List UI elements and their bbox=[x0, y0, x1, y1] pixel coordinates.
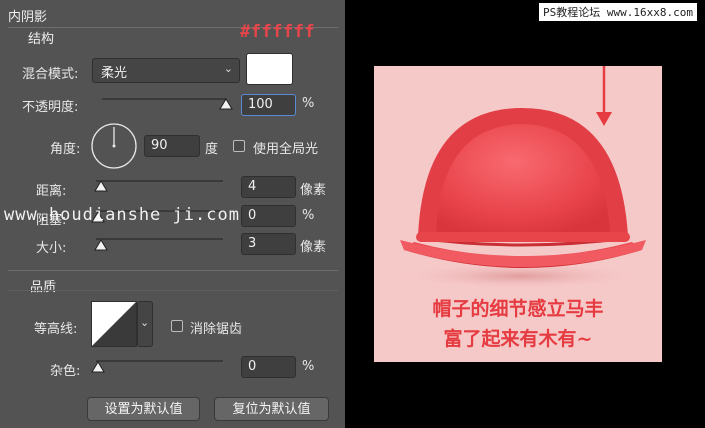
contour-preview[interactable] bbox=[91, 301, 137, 347]
hat-preview: 帽子的细节感立马丰 富了起来有木有~ bbox=[374, 66, 662, 362]
section-title: 内阴影 bbox=[8, 10, 48, 25]
divider bbox=[8, 290, 338, 291]
global-light-checkbox[interactable] bbox=[233, 140, 245, 152]
blend-mode-value: 柔光 bbox=[101, 66, 128, 81]
size-slider-track[interactable] bbox=[96, 238, 223, 240]
divider bbox=[8, 270, 338, 271]
opacity-label: 不透明度: bbox=[22, 100, 79, 115]
antialias-checkbox[interactable] bbox=[171, 320, 183, 332]
slider-thumb-icon bbox=[219, 98, 233, 110]
slider-thumb-icon bbox=[91, 361, 105, 373]
choke-input[interactable]: 0 bbox=[241, 205, 296, 227]
caption-line-2: 富了起来有木有~ bbox=[443, 328, 593, 350]
blend-mode-label: 混合模式: bbox=[22, 67, 79, 82]
slider-thumb-icon bbox=[94, 239, 108, 251]
slider-thumb-icon bbox=[94, 180, 108, 192]
quality-title: 品质 bbox=[30, 280, 57, 295]
color-swatch[interactable] bbox=[246, 53, 293, 85]
reset-default-button[interactable]: 复位为默认值 bbox=[214, 397, 329, 421]
noise-label: 杂色: bbox=[50, 364, 81, 379]
contour-linear-icon bbox=[92, 302, 136, 346]
antialias-label: 消除锯齿 bbox=[190, 322, 243, 337]
angle-dial[interactable] bbox=[90, 122, 138, 174]
opacity-unit: % bbox=[302, 96, 315, 111]
opacity-input[interactable]: 100 bbox=[241, 94, 296, 116]
structure-title: 结构 bbox=[28, 32, 55, 47]
chevron-down-icon: ⌄ bbox=[140, 316, 150, 329]
distance-label: 距离: bbox=[36, 184, 67, 199]
contour-label: 等高线: bbox=[34, 322, 78, 337]
size-label: 大小: bbox=[36, 241, 67, 256]
noise-input[interactable]: 0 bbox=[241, 356, 296, 378]
distance-unit: 像素 bbox=[300, 183, 327, 198]
size-unit: 像素 bbox=[300, 240, 327, 255]
site-badge: PS教程论坛 www.16xx8.com bbox=[539, 3, 697, 21]
noise-slider-track[interactable] bbox=[96, 360, 223, 362]
choke-unit: % bbox=[302, 208, 315, 223]
hex-annotation: #ffffff bbox=[240, 22, 316, 42]
set-default-button[interactable]: 设置为默认值 bbox=[87, 397, 200, 421]
angle-input[interactable]: 90 bbox=[144, 135, 200, 157]
blend-mode-select[interactable]: 柔光 ⌄ bbox=[92, 58, 240, 83]
watermark-text: www.houdianshe ji.com bbox=[4, 205, 240, 225]
contour-dropdown[interactable]: ⌄ bbox=[137, 301, 153, 347]
distance-input[interactable]: 4 bbox=[241, 176, 296, 198]
noise-unit: % bbox=[302, 359, 315, 374]
opacity-slider-track[interactable] bbox=[102, 98, 226, 100]
caption-line-1: 帽子的细节感立马丰 bbox=[432, 298, 604, 320]
chevron-down-icon: ⌄ bbox=[223, 62, 233, 75]
angle-label: 角度: bbox=[50, 142, 81, 157]
distance-slider-track[interactable] bbox=[96, 180, 223, 182]
size-input[interactable]: 3 bbox=[241, 233, 296, 255]
global-light-label: 使用全局光 bbox=[253, 142, 319, 157]
angle-unit: 度 bbox=[205, 142, 219, 157]
angle-dial-icon bbox=[91, 123, 137, 169]
